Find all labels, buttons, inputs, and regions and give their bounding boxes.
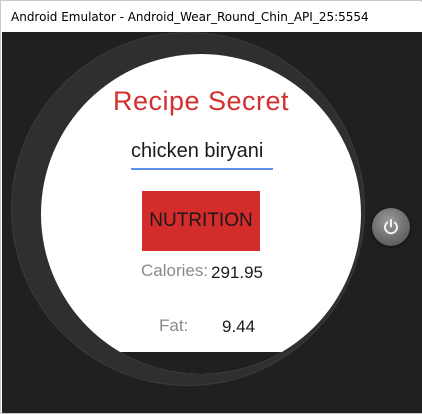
window-titlebar[interactable]: Android Emulator - Android_Wear_Round_Ch… bbox=[2, 2, 422, 32]
power-button[interactable] bbox=[372, 208, 410, 246]
fat-label: Fat: bbox=[159, 316, 189, 335]
emulator-window: Android Emulator - Android_Wear_Round_Ch… bbox=[0, 0, 422, 414]
calories-label: Calories: bbox=[141, 261, 209, 280]
power-icon bbox=[384, 219, 398, 235]
window-title: Android Emulator - Android_Wear_Round_Ch… bbox=[11, 10, 369, 24]
app-title: Recipe Secret bbox=[112, 86, 290, 116]
fat-value: 9.44 bbox=[222, 317, 256, 336]
watch-screen[interactable]: Recipe Secret NUTRITION Calories: 291.95… bbox=[41, 54, 361, 374]
emulator-viewport: Recipe Secret NUTRITION Calories: 291.95… bbox=[2, 32, 422, 413]
watch-bezel: Recipe Secret NUTRITION Calories: 291.95… bbox=[11, 32, 365, 386]
nutrition-button[interactable]: NUTRITION bbox=[142, 191, 260, 251]
watch-chin bbox=[41, 352, 361, 374]
recipe-search-input[interactable] bbox=[131, 134, 273, 170]
calories-value: 291.95 bbox=[211, 263, 263, 282]
